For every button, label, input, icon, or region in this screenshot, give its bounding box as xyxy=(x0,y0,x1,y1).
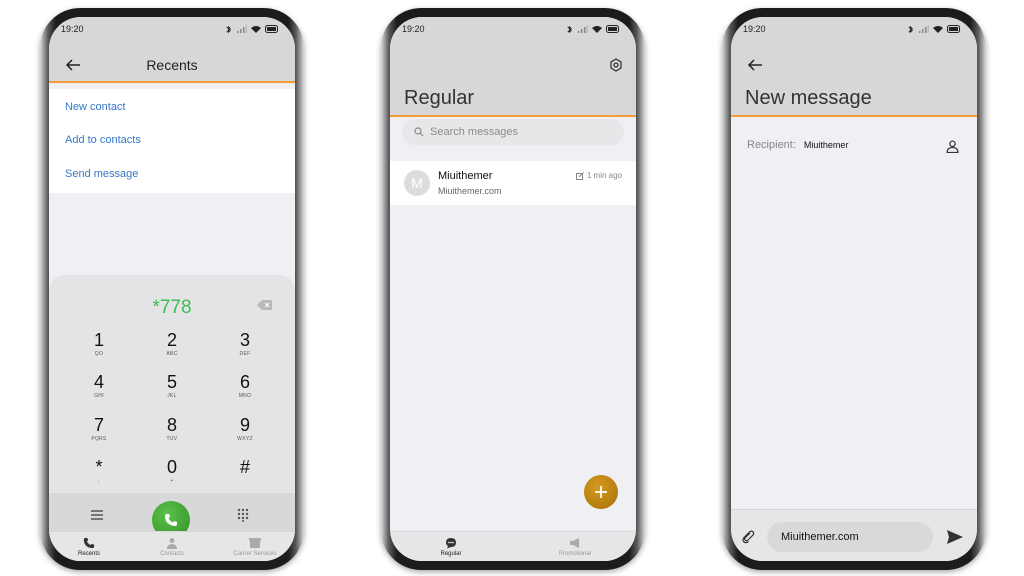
recipient-value: Miuithemer xyxy=(803,140,849,150)
dialpad-toggle-button[interactable] xyxy=(233,505,253,525)
tab-contacts[interactable]: Contacts xyxy=(142,537,202,557)
status-icons xyxy=(565,25,620,34)
bluetooth-icon xyxy=(226,25,231,33)
search-bar xyxy=(402,119,624,145)
tab-recents[interactable]: Recents xyxy=(59,537,119,557)
attach-button[interactable] xyxy=(739,528,757,546)
battery-icon xyxy=(265,25,278,33)
bluetooth-icon xyxy=(567,25,572,33)
status-time: 19:20 xyxy=(743,24,766,34)
recents-menu: New contact Add to contacts Send message xyxy=(49,89,295,193)
messages-screen: 19:20 Regular M Miuithemer Miuithemer xyxy=(390,17,636,561)
key-2[interactable]: 2 ABC xyxy=(142,330,202,370)
tab-carrier-services-label: Carrier Services xyxy=(233,551,277,557)
tab-bar: Regular Promotional xyxy=(390,531,636,561)
status-bar: 19:20 xyxy=(49,17,295,41)
tab-regular-label: Regular xyxy=(440,551,462,557)
battery-icon xyxy=(947,25,960,33)
conversation-time: 1 min ago xyxy=(575,171,622,180)
store-icon xyxy=(249,538,261,548)
menu-item-new-contact[interactable]: New contact xyxy=(65,101,126,113)
bluetooth-icon xyxy=(908,25,913,33)
arrow-left-icon xyxy=(747,59,762,71)
plus-icon xyxy=(595,486,607,498)
key-0[interactable]: 0 + xyxy=(142,457,202,497)
page-title: Regular xyxy=(404,87,475,109)
search-icon xyxy=(414,127,424,137)
tab-promotional-label: Promotional xyxy=(558,551,591,557)
recipient-field[interactable]: Recipient: Miuithemer xyxy=(747,133,961,157)
signal-icon xyxy=(578,25,588,33)
add-contact-button[interactable] xyxy=(943,137,961,155)
megaphone-icon xyxy=(570,538,579,548)
menu-item-send-message[interactable]: Send message xyxy=(65,168,138,180)
status-time: 19:20 xyxy=(61,24,84,34)
wifi-icon xyxy=(251,26,261,33)
backspace-button[interactable] xyxy=(257,299,273,311)
tab-recents-label: Recents xyxy=(77,551,100,557)
recipient-label: Recipient: xyxy=(747,139,796,151)
phone-new-message: 19:20 New message Recipient: Miuithemer xyxy=(722,8,986,570)
search-input[interactable] xyxy=(430,126,590,138)
status-time: 19:20 xyxy=(402,24,425,34)
phone-tab-icon xyxy=(83,537,95,549)
key-8[interactable]: 8 TUV xyxy=(142,415,202,455)
menu-button[interactable] xyxy=(87,507,107,523)
key-6[interactable]: 6 MNO xyxy=(215,372,275,412)
status-icons xyxy=(906,25,961,34)
draft-icon xyxy=(575,171,584,180)
key-4[interactable]: 4 GHI xyxy=(69,372,129,412)
tab-carrier-services[interactable]: Carrier Services xyxy=(225,537,285,557)
menu-item-add-to-contacts[interactable]: Add to contacts xyxy=(65,134,141,146)
key-1[interactable]: 1 QO xyxy=(69,330,129,370)
tab-bar: Recents Contacts Carrier Services xyxy=(49,531,295,561)
wifi-icon xyxy=(592,26,602,33)
settings-button[interactable] xyxy=(606,55,626,75)
new-message-screen: 19:20 New message Recipient: Miuithemer xyxy=(731,17,977,561)
key-7[interactable]: 7 PQRS xyxy=(69,415,129,455)
stage: 19:20 Recents New contact Add to contact… xyxy=(0,0,1024,576)
page-title: New message xyxy=(745,87,872,109)
send-icon xyxy=(947,530,963,544)
dialpad: *778 1 QO 2 ABC 3 DEF 4 GHI 5 JKL 6 MNO 7 PQRS … xyxy=(49,275,295,561)
message-input[interactable]: Miuithemer.com xyxy=(767,522,933,552)
chat-bubble-icon xyxy=(446,538,456,549)
tab-promotional[interactable]: Promotional xyxy=(545,537,605,557)
key-hash[interactable]: # xyxy=(215,457,275,497)
conversation-preview: Miuithemer.com xyxy=(438,186,502,196)
page-title: Recents xyxy=(146,57,198,73)
avatar: M xyxy=(404,170,430,196)
new-message-button[interactable] xyxy=(584,475,618,509)
backspace-icon xyxy=(257,300,272,310)
phone-messages: 19:20 Regular M Miuithemer Miuithemer xyxy=(381,8,645,570)
conversation-item[interactable]: M Miuithemer Miuithemer.com 1 min ago xyxy=(390,161,636,205)
battery-icon xyxy=(606,25,619,33)
key-5[interactable]: 5 JKL xyxy=(142,372,202,412)
phone-recents: 19:20 Recents New contact Add to contact… xyxy=(40,8,304,570)
tab-regular[interactable]: Regular xyxy=(421,537,481,557)
person-outline-icon xyxy=(945,139,959,153)
status-bar: 19:20 xyxy=(731,17,977,41)
composer: Miuithemer.com xyxy=(731,509,977,561)
signal-icon xyxy=(919,25,929,33)
send-button[interactable] xyxy=(945,527,965,547)
recents-screen: 19:20 Recents New contact Add to contact… xyxy=(49,17,295,561)
key-star[interactable]: *, xyxy=(69,457,129,497)
dialpad-icon xyxy=(237,508,249,522)
signal-icon xyxy=(237,25,247,33)
status-icons xyxy=(224,25,279,34)
conversation-time-text: 1 min ago xyxy=(586,171,622,180)
status-bar: 19:20 xyxy=(390,17,636,41)
hamburger-icon xyxy=(91,510,103,520)
wifi-icon xyxy=(933,26,943,33)
person-icon xyxy=(167,538,177,549)
gear-icon xyxy=(610,58,622,72)
key-9[interactable]: 9 WXYZ xyxy=(215,415,275,455)
back-button[interactable] xyxy=(743,55,767,75)
conversation-name: Miuithemer xyxy=(438,170,493,182)
paperclip-icon xyxy=(742,530,755,544)
tab-contacts-label: Contacts xyxy=(160,551,184,557)
phone-icon xyxy=(165,514,177,526)
key-3[interactable]: 3 DEF xyxy=(215,330,275,370)
